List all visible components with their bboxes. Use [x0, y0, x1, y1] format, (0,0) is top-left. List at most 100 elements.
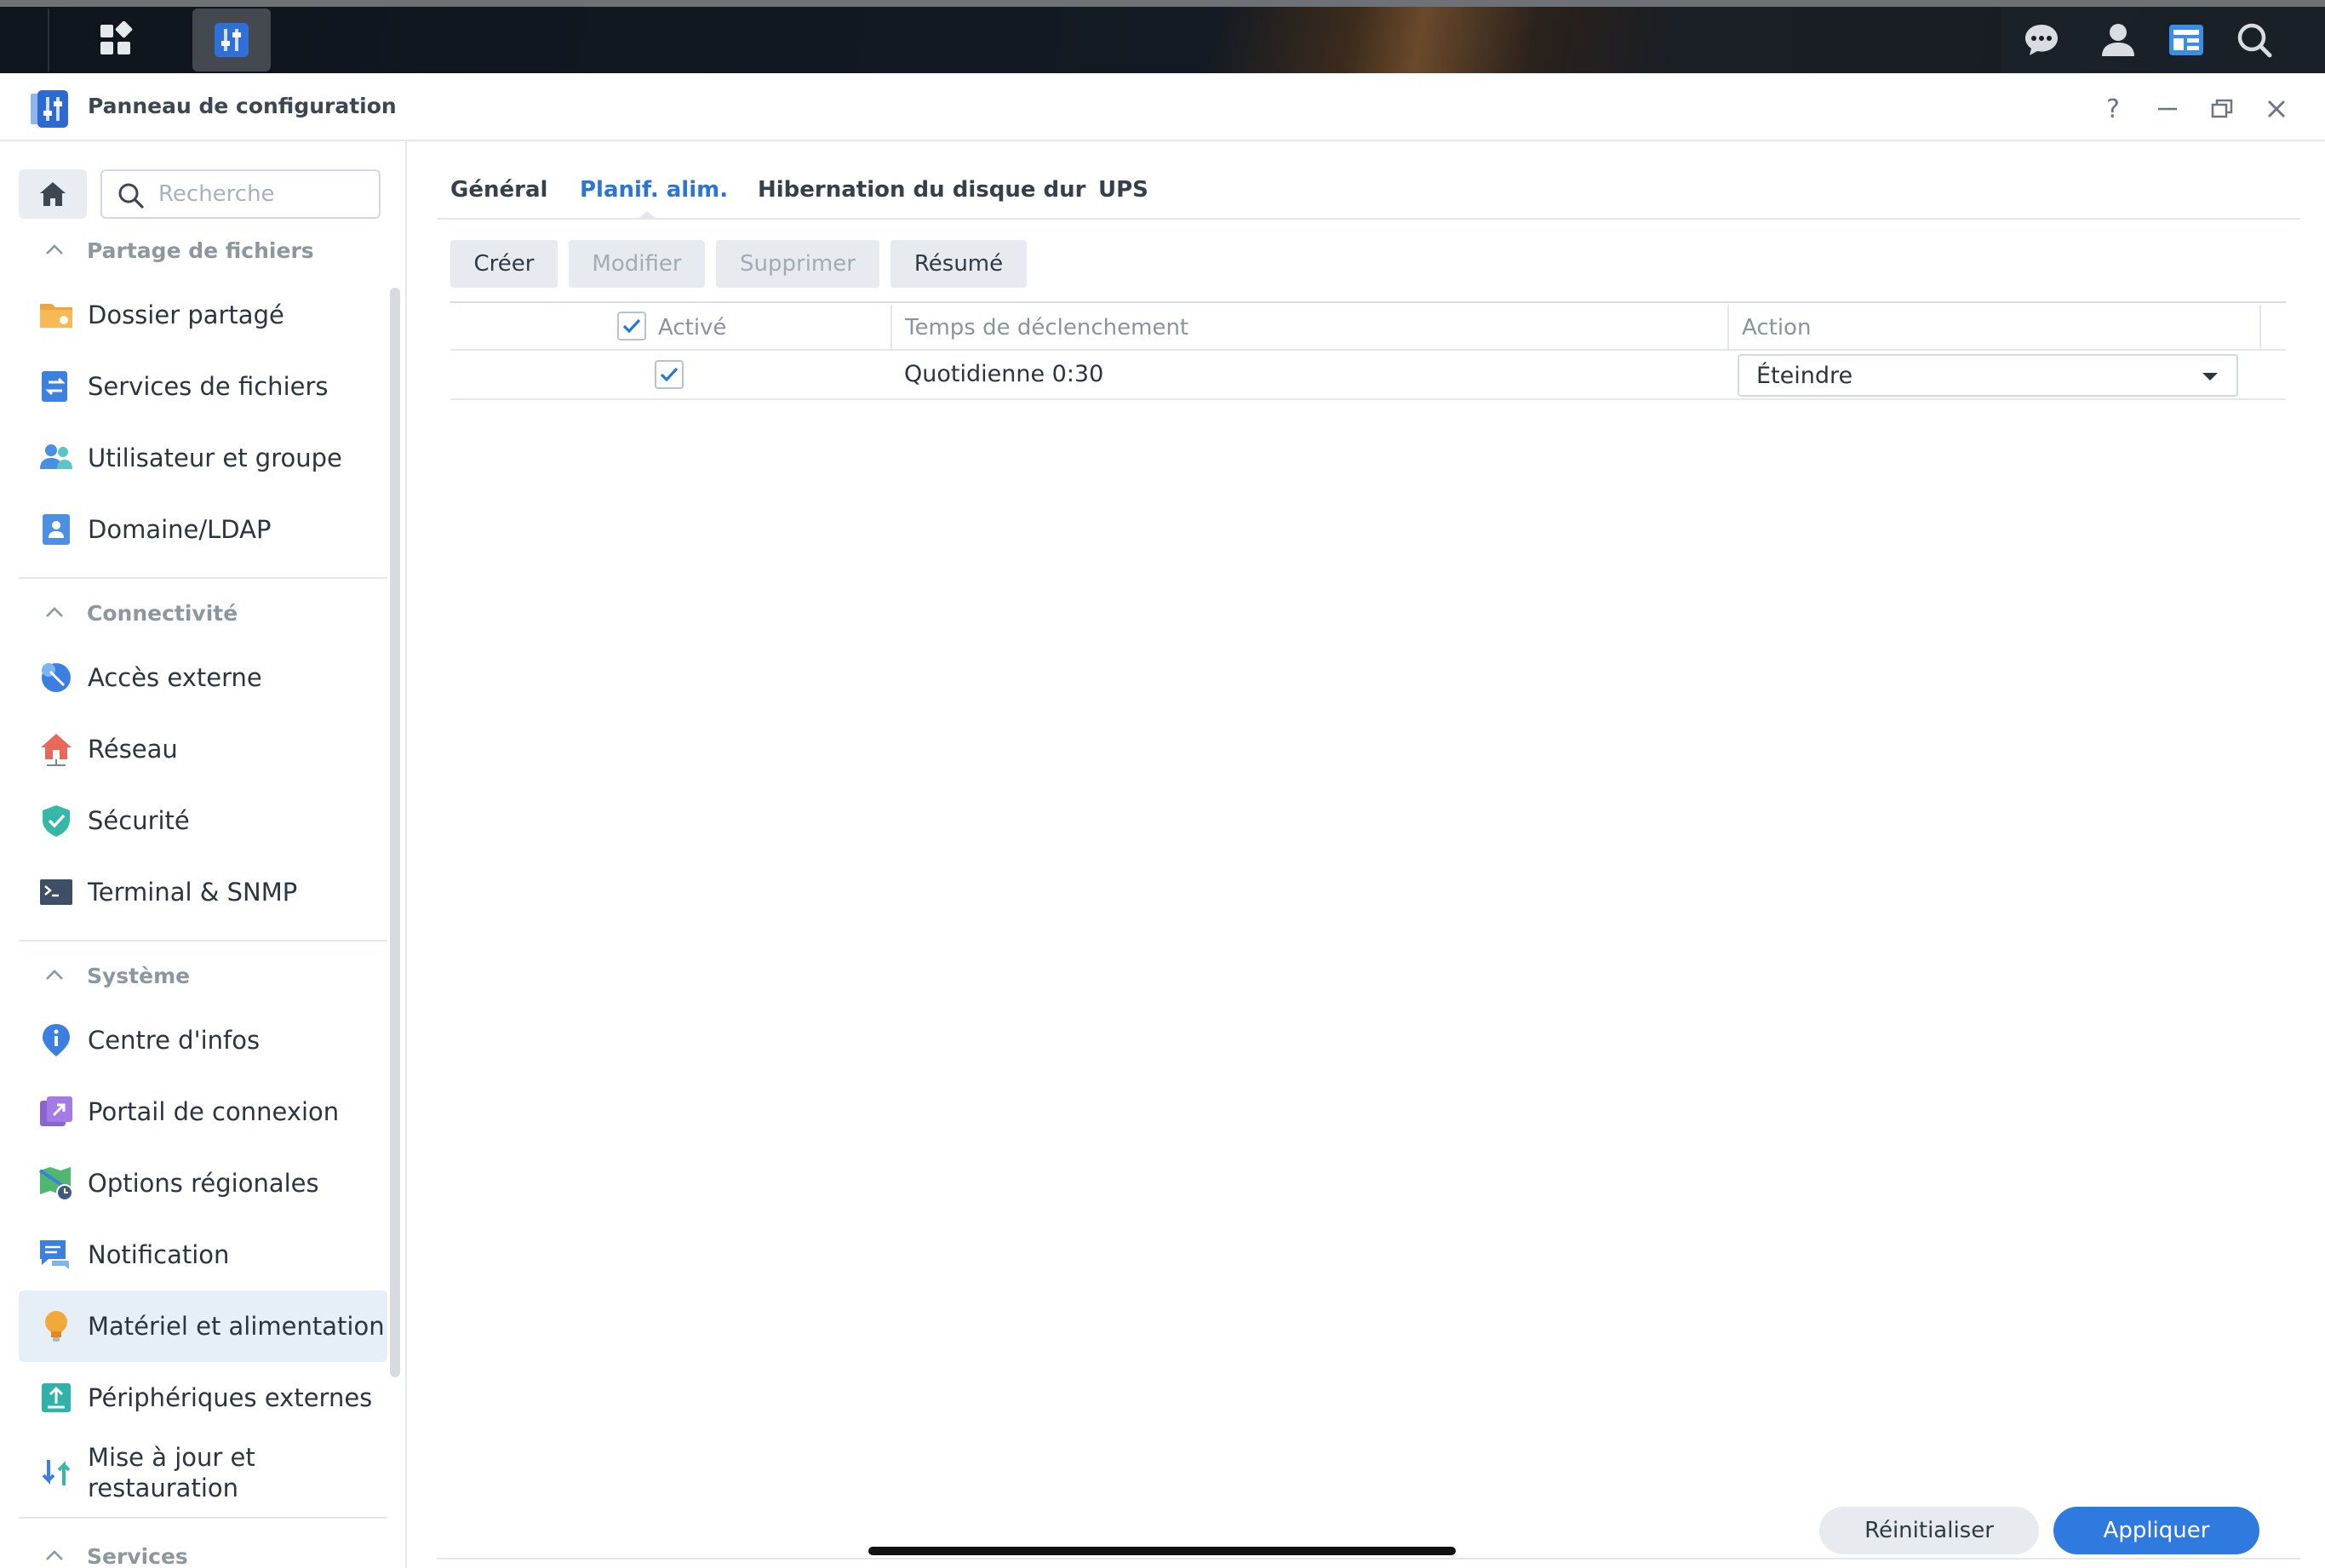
column-separator	[2259, 305, 2261, 351]
regional-options-icon	[37, 1165, 75, 1202]
table-header: Activé Temps de déclenchement Action	[450, 301, 2286, 351]
search-icon	[2237, 23, 2272, 58]
control-panel-window: Panneau de configuration ? Recherche Par…	[0, 73, 2325, 1568]
section-header-services[interactable]: Services	[44, 1539, 188, 1568]
chevron-up-icon	[46, 970, 63, 980]
apply-button[interactable]: Appliquer	[2053, 1507, 2259, 1554]
column-header-trigger-time[interactable]: Temps de déclenchement	[905, 315, 1188, 340]
home-button[interactable]	[19, 169, 87, 219]
footer-divider	[437, 1558, 2300, 1559]
sidebar-item-file-services[interactable]: Services de fichiers	[19, 351, 387, 422]
taskbar-top-edge	[0, 0, 2325, 7]
shield-icon	[37, 802, 75, 839]
close-button[interactable]	[2259, 92, 2294, 126]
sidebar-item-label: Matériel et alimentation	[88, 1312, 385, 1341]
sidebar-item-security[interactable]: Sécurité	[19, 785, 387, 856]
sidebar-item-info-center[interactable]: Centre d'infos	[19, 1004, 387, 1076]
section-header-file-sharing[interactable]: Partage de fichiers	[44, 233, 314, 267]
taskbar-control-panel-button[interactable]	[192, 9, 271, 72]
notification-icon	[37, 1236, 75, 1273]
widgets-icon	[2169, 25, 2203, 55]
modify-button[interactable]: Modifier	[569, 240, 705, 288]
column-header-action[interactable]: Action	[1742, 315, 1811, 340]
sidebar-item-external-access[interactable]: Accès externe	[19, 642, 387, 713]
sidebar-item-label: Terminal & SNMP	[88, 878, 298, 907]
sidebar-item-label: Accès externe	[88, 663, 262, 692]
minimize-icon	[2158, 107, 2177, 111]
user-button[interactable]	[2088, 9, 2148, 72]
sidebar-item-label: Domaine/LDAP	[88, 515, 272, 544]
section-header-connectivity[interactable]: Connectivité	[44, 596, 238, 630]
main-menu-button[interactable]	[77, 9, 155, 72]
user-group-icon	[37, 439, 75, 477]
sidebar-item-login-portal[interactable]: Portail de connexion	[19, 1076, 387, 1147]
chevron-up-icon	[46, 244, 63, 255]
sidebar-item-user-group[interactable]: Utilisateur et groupe	[19, 422, 387, 494]
tab-hdd-hibernation[interactable]: Hibernation du disque dur	[758, 177, 1085, 203]
network-icon	[37, 730, 75, 768]
section-title: Système	[87, 963, 191, 988]
sidebar-item-label: Réseau	[88, 735, 178, 764]
section-header-system[interactable]: Système	[44, 959, 190, 993]
sidebar-divider	[19, 940, 387, 941]
file-services-icon	[37, 368, 75, 405]
reset-button[interactable]: Réinitialiser	[1819, 1507, 2039, 1554]
home-indicator	[868, 1547, 1456, 1555]
checkmark-icon	[660, 367, 679, 382]
active-tab-indicator	[637, 211, 657, 220]
sidebar-item-label: Notification	[88, 1240, 230, 1269]
sidebar-item-regional-options[interactable]: Options régionales	[19, 1147, 387, 1219]
sidebar-item-shared-folder[interactable]: Dossier partagé	[19, 279, 387, 351]
column-separator	[890, 305, 892, 351]
help-button[interactable]: ?	[2096, 92, 2130, 126]
tab-bar: Général Planif. alim. Hibernation du dis…	[438, 141, 2300, 220]
domain-ldap-icon	[37, 511, 75, 548]
tab-general[interactable]: Général	[450, 177, 547, 203]
chevron-up-icon	[46, 607, 63, 617]
search-button[interactable]	[2225, 9, 2284, 72]
restore-icon	[2211, 99, 2233, 118]
row-enabled-checkbox[interactable]	[655, 360, 684, 389]
search-icon	[118, 183, 144, 209]
minimize-button[interactable]	[2150, 92, 2185, 126]
sidebar-item-terminal-snmp[interactable]: Terminal & SNMP	[19, 856, 387, 928]
sidebar-item-update-restore[interactable]: Mise à jour et restauration	[19, 1434, 387, 1512]
close-icon	[2268, 100, 2285, 117]
sidebar-item-label: Dossier partagé	[88, 300, 284, 329]
sidebar-item-label: Mise à jour et restauration	[88, 1443, 255, 1502]
chat-icon	[2025, 25, 2058, 55]
tab-power-schedule[interactable]: Planif. alim.	[580, 177, 728, 203]
sidebar-item-domain-ldap[interactable]: Domaine/LDAP	[19, 494, 387, 565]
checkmark-icon	[622, 318, 641, 334]
table-row[interactable]: Quotidienne 0:30 Éteindre	[450, 351, 2286, 400]
login-portal-icon	[37, 1093, 75, 1130]
tab-ups[interactable]: UPS	[1098, 177, 1148, 203]
grid-icon	[100, 21, 133, 54]
action-select[interactable]: Éteindre	[1738, 354, 2238, 397]
sidebar-item-notification[interactable]: Notification	[19, 1219, 387, 1290]
column-header-enabled[interactable]: Activé	[658, 315, 726, 340]
restore-button[interactable]	[2205, 92, 2239, 126]
section-title: Services	[87, 1543, 188, 1568]
delete-button[interactable]: Supprimer	[716, 240, 879, 288]
sidebar-item-network[interactable]: Réseau	[19, 713, 387, 785]
search-input[interactable]	[158, 176, 371, 212]
summary-button[interactable]: Résumé	[890, 240, 1027, 288]
sidebar-divider	[19, 1517, 387, 1519]
sidebar-item-label: Périphériques externes	[88, 1383, 373, 1412]
sidebar-item-label: Utilisateur et groupe	[88, 444, 342, 472]
update-restore-icon	[37, 1454, 75, 1491]
sidebar-scrollbar[interactable]	[390, 288, 400, 1377]
sidebar-item-label: Services de fichiers	[88, 372, 329, 401]
select-all-checkbox[interactable]	[617, 312, 646, 340]
user-icon	[2102, 24, 2134, 56]
control-panel-icon	[31, 90, 68, 128]
chat-button[interactable]	[2012, 9, 2071, 72]
sidebar-item-hardware-power[interactable]: Matériel et alimentation	[19, 1290, 387, 1362]
sidebar-item-external-devices[interactable]: Périphériques externes	[19, 1362, 387, 1434]
widgets-button[interactable]	[2156, 9, 2216, 72]
help-icon: ?	[2106, 94, 2120, 124]
shared-folder-icon	[37, 296, 75, 334]
create-button[interactable]: Créer	[450, 240, 558, 288]
column-separator	[1727, 305, 1729, 351]
